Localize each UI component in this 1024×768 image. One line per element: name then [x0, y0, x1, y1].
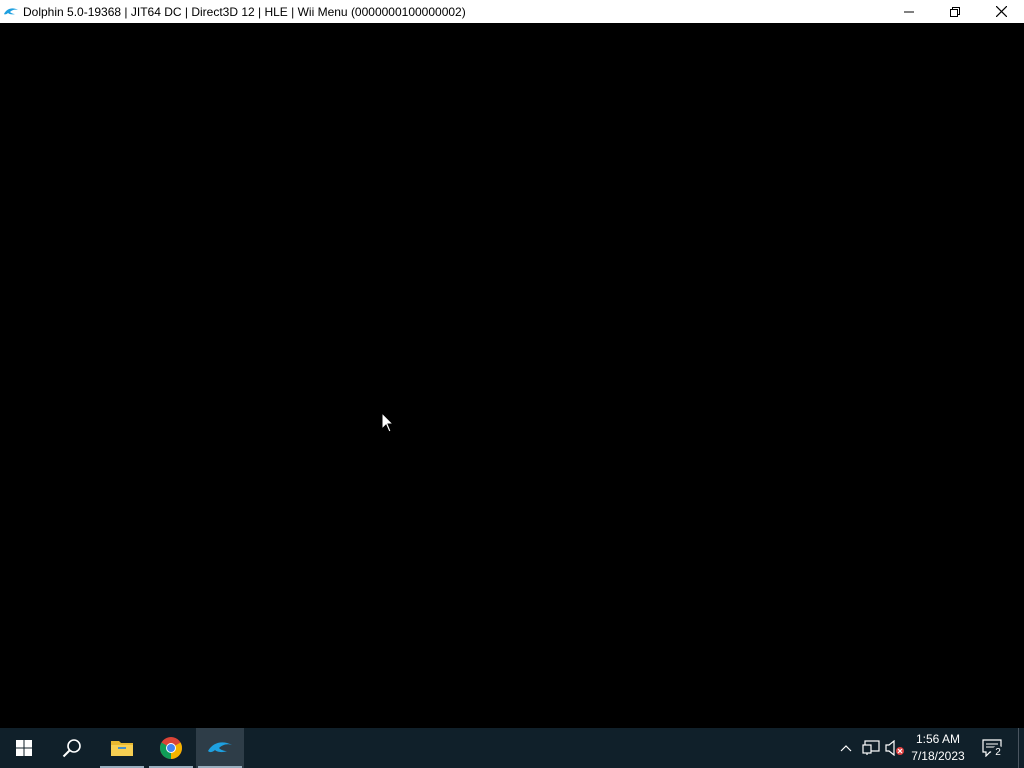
game-render-area[interactable] [0, 23, 1024, 728]
restore-icon [950, 6, 960, 17]
notification-count-badge: 2 [991, 746, 1005, 760]
network-button[interactable] [861, 728, 881, 768]
dolphin-window: Dolphin 5.0-19368 | JIT64 DC | Direct3D … [0, 0, 1024, 728]
dolphin-icon [3, 4, 19, 20]
network-icon [862, 740, 880, 755]
windows-logo-icon [16, 740, 32, 756]
mouse-cursor-icon [381, 412, 395, 433]
minimize-button[interactable] [886, 0, 932, 23]
close-button[interactable] [978, 0, 1024, 23]
clock-date: 7/18/2023 [911, 749, 965, 763]
window-controls [886, 0, 1024, 23]
close-icon [995, 6, 1007, 17]
folder-icon [111, 741, 133, 756]
search-button[interactable] [48, 728, 96, 768]
chrome-icon [160, 737, 182, 759]
chevron-up-icon [840, 745, 852, 752]
show-desktop-button[interactable] [1018, 728, 1024, 768]
volume-muted-icon [885, 740, 904, 756]
dolphin-icon [208, 742, 232, 753]
chrome-button[interactable] [147, 728, 195, 768]
start-button[interactable] [0, 728, 48, 768]
dolphin-taskbar-button[interactable] [196, 728, 244, 768]
volume-button[interactable] [885, 728, 905, 768]
clock-time: 1:56 AM [915, 732, 961, 746]
show-hidden-icons-button[interactable] [838, 728, 854, 768]
minimize-icon [904, 11, 914, 12]
restore-button[interactable] [932, 0, 978, 23]
taskbar: 1:56 AM 7/18/2023 2 [0, 728, 1024, 768]
clock-button[interactable]: 1:56 AM 7/18/2023 [906, 728, 970, 768]
window-title: Dolphin 5.0-19368 | JIT64 DC | Direct3D … [23, 4, 466, 19]
search-icon [62, 739, 81, 758]
title-bar[interactable]: Dolphin 5.0-19368 | JIT64 DC | Direct3D … [0, 0, 1024, 23]
file-explorer-button[interactable] [98, 728, 146, 768]
